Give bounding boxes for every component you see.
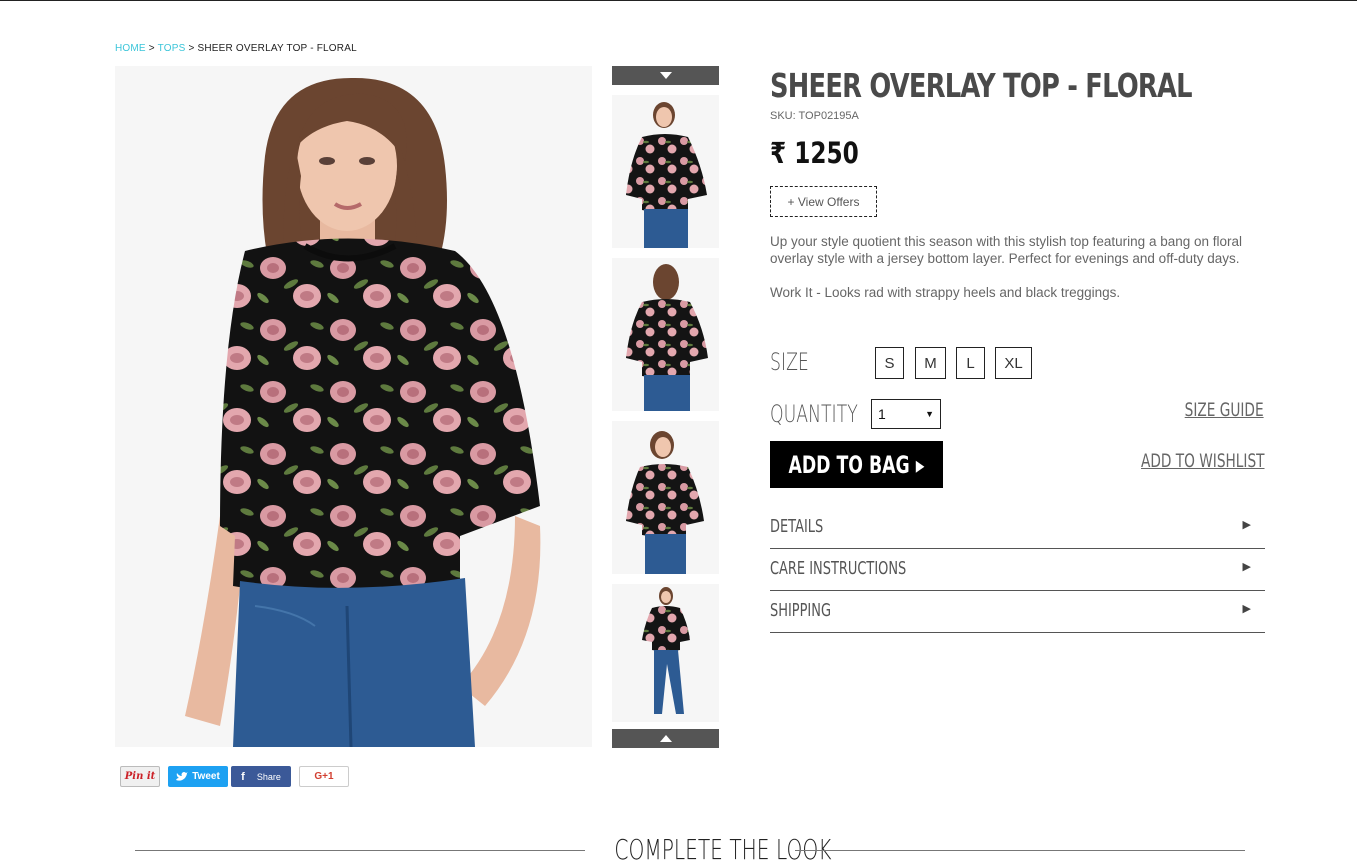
- size-option-xl[interactable]: XL: [995, 347, 1032, 379]
- add-to-bag-label: ADD TO BAG ▸: [788, 450, 925, 479]
- description-paragraph: Up your style quotient this season with …: [770, 234, 1243, 266]
- dropdown-caret-icon: ▼: [925, 409, 934, 419]
- facebook-f-icon: f: [241, 770, 245, 783]
- thumbnail-3[interactable]: [612, 421, 719, 574]
- model-photo: [185, 77, 541, 747]
- main-product-image[interactable]: [115, 66, 592, 747]
- description-paragraph: Work It - Looks rad with strappy heels a…: [770, 285, 1121, 300]
- size-option-l[interactable]: L: [956, 347, 985, 379]
- size-option-s[interactable]: S: [875, 347, 904, 379]
- quantity-label: QUANTITY: [770, 400, 858, 428]
- google-plus-button[interactable]: G+1: [299, 766, 349, 787]
- facebook-share-button[interactable]: f Share: [231, 766, 291, 787]
- thumbnail-scroll-down-button[interactable]: [612, 66, 719, 85]
- breadcrumb-separator: >: [145, 43, 158, 54]
- triangle-right-icon: ▶: [1242, 561, 1251, 573]
- accordion-label: CARE INSTRUCTIONS: [770, 558, 907, 579]
- thumbnail-photo-side: [626, 431, 704, 574]
- thumbnail-scroll-up-button[interactable]: [612, 729, 719, 748]
- thumbnail-photo-front: [626, 102, 707, 248]
- product-price: ₹ 1250: [770, 136, 859, 170]
- add-to-bag-button[interactable]: ADD TO BAG ▸: [770, 441, 943, 488]
- arrow-up-icon: [659, 735, 672, 742]
- thumbnail-4[interactable]: [612, 584, 719, 722]
- complete-the-look-heading: COMPLETE THE LOOK: [614, 833, 832, 866]
- breadcrumb-tops[interactable]: TOPS: [158, 43, 186, 54]
- thumbnail-photo-full: [642, 587, 690, 714]
- add-to-wishlist-link[interactable]: ADD TO WISHLIST: [1141, 450, 1264, 472]
- quantity-select[interactable]: 1 ▼: [871, 399, 941, 429]
- thumbnail-2[interactable]: [612, 258, 719, 411]
- section-divider-left: [135, 850, 585, 851]
- triangle-right-icon: ▶: [1242, 519, 1251, 531]
- accordion-details[interactable]: DETAILS ▶: [770, 507, 1265, 549]
- tweet-label: Tweet: [192, 771, 220, 782]
- accordion-shipping[interactable]: SHIPPING ▶: [770, 591, 1265, 633]
- breadcrumb: HOME > TOPS > SHEER OVERLAY TOP - FLORAL: [115, 43, 357, 54]
- gplus-label: G+1: [314, 771, 334, 782]
- product-description: Up your style quotient this season with …: [770, 233, 1260, 301]
- size-option-m[interactable]: M: [915, 347, 946, 379]
- thumbnail-photo-back: [626, 264, 708, 411]
- breadcrumb-home[interactable]: HOME: [115, 43, 146, 54]
- size-guide-link[interactable]: SIZE GUIDE: [1185, 399, 1264, 421]
- section-divider-right: [795, 850, 1245, 851]
- pinterest-button[interactable]: Pin it: [120, 766, 160, 787]
- breadcrumb-current: SHEER OVERLAY TOP - FLORAL: [197, 43, 357, 54]
- product-sku: SKU: TOP02195A: [770, 110, 859, 122]
- tweet-button[interactable]: Tweet: [168, 766, 228, 787]
- thumbnail-1[interactable]: [612, 95, 719, 248]
- triangle-right-icon: ▶: [1242, 603, 1251, 615]
- size-label: SIZE: [770, 348, 809, 376]
- product-title: SHEER OVERLAY TOP - FLORAL: [770, 66, 1193, 105]
- breadcrumb-separator: >: [185, 43, 198, 54]
- top-border: [0, 0, 1357, 1]
- pinterest-label: Pin it: [124, 771, 156, 782]
- accordion-care-instructions[interactable]: CARE INSTRUCTIONS ▶: [770, 549, 1265, 591]
- view-offers-button[interactable]: + View Offers: [770, 186, 877, 217]
- accordion-label: SHIPPING: [770, 600, 831, 621]
- quantity-value: 1: [878, 406, 886, 422]
- accordion-label: DETAILS: [770, 516, 824, 537]
- twitter-bird-icon: [176, 771, 189, 781]
- arrow-down-icon: [659, 72, 672, 79]
- share-label: Share: [256, 771, 281, 782]
